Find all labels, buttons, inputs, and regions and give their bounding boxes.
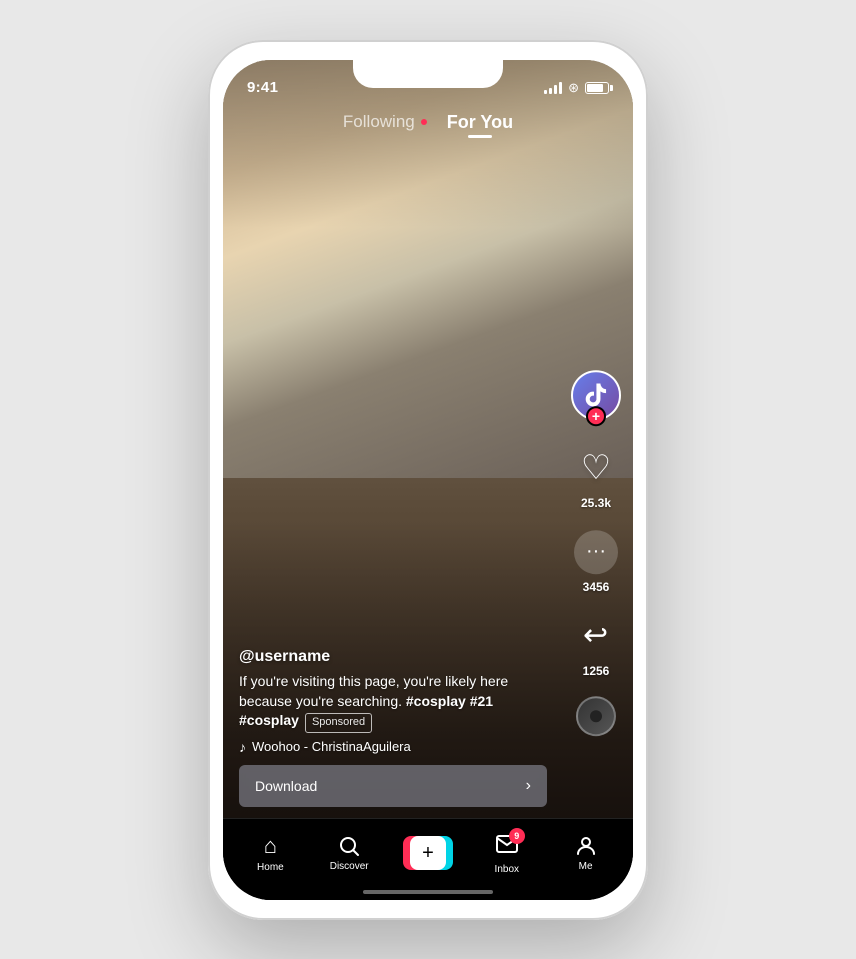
like-button[interactable]: ♡ 25.3k [572,444,620,510]
phone-notch [353,60,503,88]
comment-icon-wrap: ··· [572,528,620,576]
creator-username[interactable]: @username [239,648,547,666]
home-label: Home [257,862,284,873]
me-label: Me [579,861,593,872]
music-disc-center [590,710,602,722]
bottom-nav: ⌂ Home Discover + [223,818,633,900]
create-button[interactable]: + [403,836,453,870]
phone-screen: 9:41 ⊛ Following For You [223,60,633,900]
download-label: Download [255,778,317,794]
music-disc-button[interactable] [576,696,616,736]
for-you-tab[interactable]: For You [447,112,513,133]
music-disc [576,696,616,736]
right-sidebar: + ♡ 25.3k ··· 3456 [571,370,621,736]
nav-inbox[interactable]: 9 Inbox [477,832,537,875]
nav-create[interactable]: + [398,836,458,870]
comment-bubble: ··· [574,530,618,574]
battery-icon [585,82,609,94]
status-time: 9:41 [247,79,278,96]
comments-count: 3456 [583,580,610,594]
profile-icon [574,834,598,858]
music-info[interactable]: ♪ Woohoo - ChristinaAguilera [239,739,547,755]
heart-icon-wrap: ♡ [572,444,620,492]
shares-count: 1256 [583,664,610,678]
inbox-icon-wrap: 9 [495,832,519,861]
heart-icon: ♡ [581,448,611,488]
sponsored-badge: Sponsored [305,713,372,732]
create-btn-white-center: + [410,836,446,870]
creator-avatar[interactable]: + [571,370,621,420]
following-tab[interactable]: Following [343,112,427,132]
comment-button[interactable]: ··· 3456 [572,528,620,594]
phone-frame: 9:41 ⊛ Following For You [208,40,648,920]
signal-icon [544,82,562,94]
live-dot [421,119,427,125]
nav-discover[interactable]: Discover [319,834,379,872]
video-caption: If you're visiting this page, you're lik… [239,672,547,733]
music-track-name: Woohoo - ChristinaAguilera [252,739,411,754]
likes-count: 25.3k [581,496,611,510]
create-plus-icon: + [422,842,434,865]
share-icon: ↪ [583,618,608,653]
home-indicator [363,890,493,894]
inbox-label: Inbox [495,864,519,875]
home-icon: ⌂ [264,833,277,859]
discover-icon [337,834,361,858]
inbox-badge: 9 [509,828,525,844]
nav-home[interactable]: ⌂ Home [240,833,300,873]
nav-profile[interactable]: Me [556,834,616,872]
download-button[interactable]: Download › [239,765,547,807]
follow-plus-badge[interactable]: + [586,406,606,426]
music-note-icon: ♪ [239,739,246,755]
status-icons: ⊛ [544,80,609,96]
discover-label: Discover [330,861,369,872]
nav-header: Following For You [223,104,633,133]
video-caption-area: @username If you're visiting this page, … [223,648,563,815]
download-arrow-icon: › [526,777,531,795]
comment-dots-icon: ··· [586,540,606,563]
share-button[interactable]: ↪ 1256 [572,612,620,678]
wifi-icon: ⊛ [568,80,579,96]
share-icon-wrap: ↪ [572,612,620,660]
following-label: Following [343,112,415,132]
